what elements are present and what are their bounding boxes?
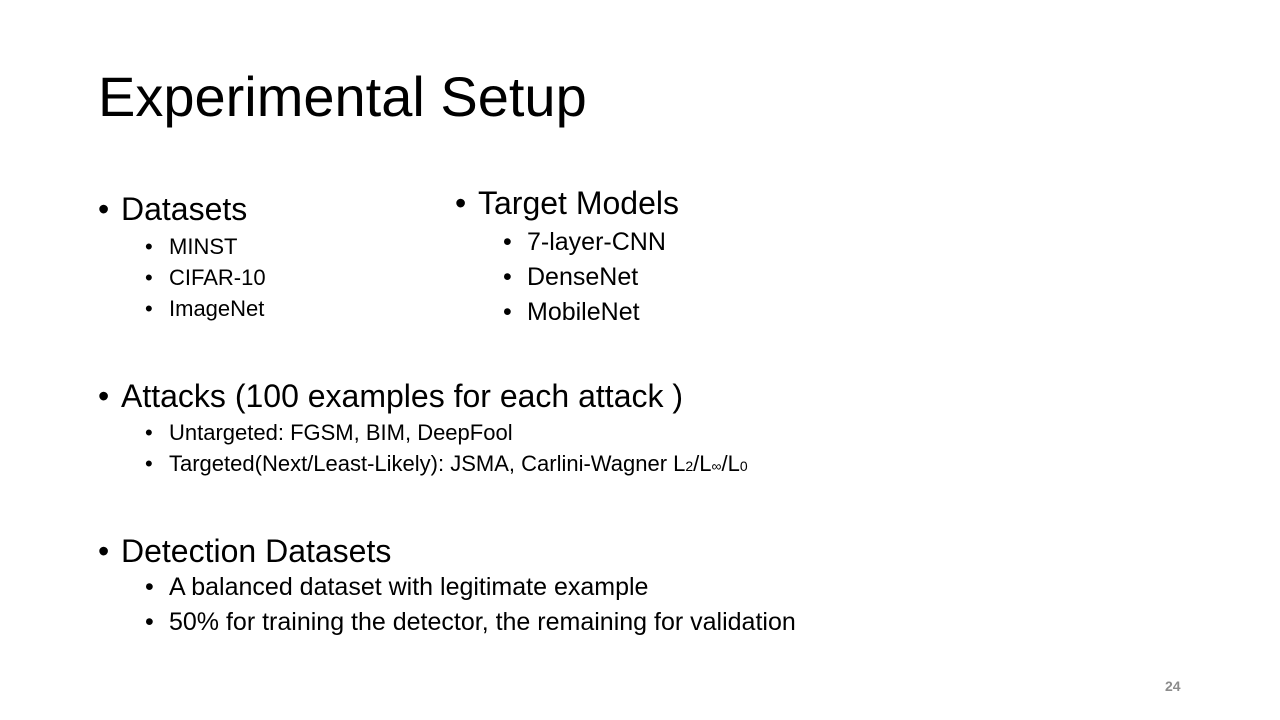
dataset-item: MINST bbox=[169, 234, 238, 259]
detection-list: • A balanced dataset with legitimate exam… bbox=[145, 570, 796, 640]
l0-subscript: 0 bbox=[739, 458, 748, 474]
targeted-attacks-prefix: Targeted(Next/Least-Likely): JSMA, Carli… bbox=[169, 451, 686, 476]
list-item: • A balanced dataset with legitimate exam… bbox=[145, 570, 796, 605]
bullet: • bbox=[145, 420, 153, 445]
target-models-section: • Target Models • 7-layer-CNN • DenseNet •… bbox=[455, 184, 679, 330]
list-item: • 7-layer-CNN bbox=[503, 225, 679, 260]
linf-subscript: ∞ bbox=[711, 458, 722, 474]
detection-item: A balanced dataset with legitimate examp… bbox=[169, 573, 649, 601]
bullet: • bbox=[145, 265, 153, 290]
datasets-section: • Datasets • MINST • CIFAR-10 • ImageNet bbox=[98, 190, 266, 324]
attacks-list: • Untargeted: FGSM, BIM, DeepFool • Target… bbox=[145, 417, 748, 482]
detection-section: • Detection Datasets • A balanced dataset… bbox=[98, 532, 796, 640]
bullet: • bbox=[145, 608, 154, 636]
page-number: 24 bbox=[1165, 678, 1181, 694]
model-item: 7-layer-CNN bbox=[527, 228, 666, 256]
dataset-item: ImageNet bbox=[169, 296, 265, 321]
dataset-item: CIFAR-10 bbox=[169, 265, 266, 290]
targeted-attacks: Targeted(Next/Least-Likely): JSMA, Carli… bbox=[169, 451, 748, 476]
attacks-heading-text: Attacks (100 examples for each attack ) bbox=[121, 378, 684, 414]
datasets-heading-text: Datasets bbox=[121, 191, 248, 227]
list-item: • Untargeted: FGSM, BIM, DeepFool bbox=[145, 417, 748, 448]
bullet: • bbox=[455, 185, 467, 221]
bullet: • bbox=[145, 296, 153, 321]
norm-separator: /L bbox=[693, 451, 712, 476]
list-item: • 50% for training the detector, the rema… bbox=[145, 605, 796, 640]
bullet: • bbox=[503, 263, 512, 291]
bullet: • bbox=[145, 451, 153, 476]
untargeted-attacks: Untargeted: FGSM, BIM, DeepFool bbox=[169, 420, 513, 445]
l2-subscript: 2 bbox=[685, 458, 694, 474]
model-item: DenseNet bbox=[527, 263, 639, 291]
bullet: • bbox=[145, 573, 154, 601]
model-item: MobileNet bbox=[527, 298, 640, 326]
datasets-list: • MINST • CIFAR-10 • ImageNet bbox=[145, 231, 266, 324]
list-item: • Targeted(Next/Least-Likely): JSMA, Carl… bbox=[145, 448, 748, 482]
bullet: • bbox=[98, 533, 110, 569]
attacks-heading: • Attacks (100 examples for each attack … bbox=[98, 377, 748, 415]
slide-title: Experimental Setup bbox=[98, 65, 587, 128]
list-item: • ImageNet bbox=[145, 293, 266, 324]
bullet: • bbox=[503, 228, 512, 256]
datasets-heading: • Datasets bbox=[98, 190, 266, 228]
bullet: • bbox=[98, 378, 110, 414]
target-models-heading-text: Target Models bbox=[478, 185, 679, 221]
list-item: • MINST bbox=[145, 231, 266, 262]
bullet: • bbox=[503, 298, 512, 326]
attacks-section: • Attacks (100 examples for each attack … bbox=[98, 377, 748, 482]
target-models-heading: • Target Models bbox=[455, 184, 679, 222]
bullet: • bbox=[145, 234, 153, 259]
list-item: • MobileNet bbox=[503, 295, 679, 330]
target-models-list: • 7-layer-CNN • DenseNet • MobileNet bbox=[503, 225, 679, 330]
bullet: • bbox=[98, 191, 110, 227]
detection-heading-text: Detection Datasets bbox=[121, 533, 392, 569]
norm-separator: /L bbox=[721, 451, 740, 476]
list-item: • CIFAR-10 bbox=[145, 262, 266, 293]
list-item: • DenseNet bbox=[503, 260, 679, 295]
detection-heading: • Detection Datasets bbox=[98, 532, 796, 570]
detection-item: 50% for training the detector, the remai… bbox=[169, 608, 796, 636]
